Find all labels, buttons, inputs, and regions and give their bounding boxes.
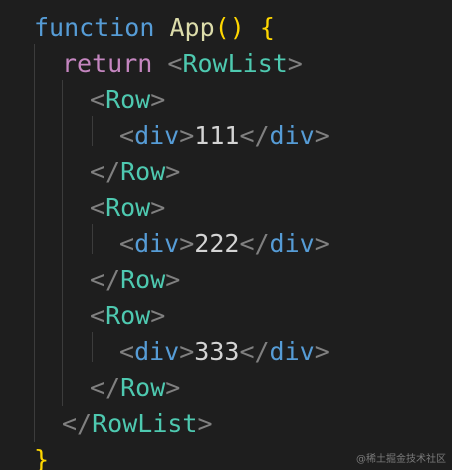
code-line[interactable]: <div>222</div> <box>119 226 330 262</box>
control-keyword-token: return <box>62 49 153 78</box>
component-tag-token: Row <box>120 373 166 402</box>
text-token: 222 <box>194 229 240 258</box>
punctuation-token: > <box>179 229 195 258</box>
punctuation-token: > <box>165 373 181 402</box>
html-tag-token: div <box>269 121 315 150</box>
bracket-token: { <box>259 13 275 42</box>
component-tag-token: RowList <box>182 49 288 78</box>
punctuation-token: > <box>165 157 181 186</box>
html-tag-token: div <box>269 229 315 258</box>
component-tag-token: Row <box>105 301 151 330</box>
indent-guide <box>92 332 93 362</box>
component-tag-token: RowList <box>92 409 198 438</box>
indent-guide <box>62 80 63 406</box>
component-tag-token: Row <box>105 193 151 222</box>
punctuation-token: > <box>314 337 330 366</box>
code-line[interactable]: function App() { <box>34 10 275 46</box>
watermark: @稀土掘金技术社区 <box>356 454 446 465</box>
code-line[interactable]: </Row> <box>90 154 180 190</box>
punctuation-token: </ <box>90 265 121 294</box>
punctuation-token: < <box>119 337 135 366</box>
punctuation-token: > <box>287 49 303 78</box>
code-line[interactable]: </Row> <box>90 370 180 406</box>
punctuation-token: < <box>167 49 183 78</box>
code-line[interactable]: <div>333</div> <box>119 334 330 370</box>
text-token: 111 <box>194 121 240 150</box>
punctuation-token: > <box>179 121 195 150</box>
punctuation-token: > <box>314 229 330 258</box>
keyword-token: function <box>34 13 155 42</box>
punctuation-token: > <box>197 409 213 438</box>
code-line[interactable]: </Row> <box>90 262 180 298</box>
code-line[interactable]: return <RowList> <box>62 46 303 82</box>
punctuation-token: < <box>90 301 106 330</box>
code-line[interactable]: <Row> <box>90 190 165 226</box>
punctuation-token: > <box>179 337 195 366</box>
punctuation-token: </ <box>239 229 270 258</box>
text-token: 333 <box>194 337 240 366</box>
punctuation-token: < <box>119 121 135 150</box>
punctuation-token: < <box>90 85 106 114</box>
punctuation-token: > <box>150 193 166 222</box>
bracket-token: () <box>214 13 245 42</box>
punctuation-token: > <box>165 265 181 294</box>
code-line[interactable]: <Row> <box>90 82 165 118</box>
html-tag-token: div <box>134 121 180 150</box>
component-tag-token: Row <box>120 157 166 186</box>
html-tag-token: div <box>134 229 180 258</box>
punctuation-token: > <box>150 85 166 114</box>
punctuation-token: > <box>150 301 166 330</box>
punctuation-token: > <box>314 121 330 150</box>
indent-guide <box>92 224 93 254</box>
code-line[interactable]: <div>111</div> <box>119 118 330 154</box>
code-line[interactable]: <Row> <box>90 298 165 334</box>
component-tag-token: Row <box>105 85 151 114</box>
html-tag-token: div <box>269 337 315 366</box>
code-line[interactable]: </RowList> <box>62 406 213 442</box>
punctuation-token: </ <box>239 121 270 150</box>
component-tag-token: Row <box>120 265 166 294</box>
punctuation-token: < <box>119 229 135 258</box>
indent-guide <box>34 44 35 442</box>
code-line[interactable]: } <box>34 442 49 470</box>
punctuation-token: </ <box>62 409 93 438</box>
punctuation-token: </ <box>90 373 121 402</box>
punctuation-token: </ <box>239 337 270 366</box>
indent-guide <box>92 116 93 146</box>
code-editor[interactable]: function App() { return <RowList> <Row> … <box>0 0 452 470</box>
function-name-token: App <box>169 13 215 42</box>
bracket-token: } <box>34 445 50 470</box>
punctuation-token: < <box>90 193 106 222</box>
punctuation-token: </ <box>90 157 121 186</box>
html-tag-token: div <box>134 337 180 366</box>
